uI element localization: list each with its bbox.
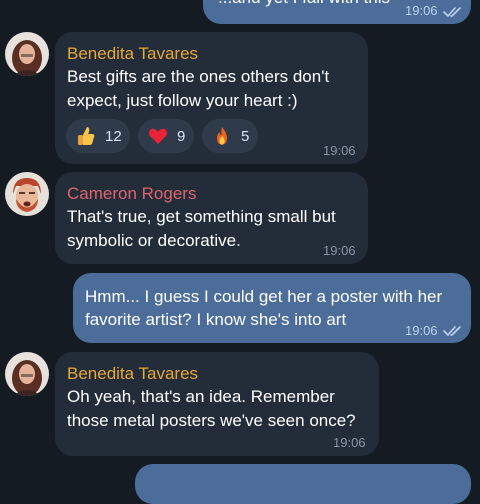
message-text: ...and yet I fall with this [218, 0, 390, 10]
outgoing-message-bubble[interactable] [135, 464, 471, 504]
reaction-count: 5 [241, 127, 250, 145]
sender-name: Cameron Rogers [67, 184, 197, 203]
thumbs-up-icon [78, 127, 95, 145]
reaction-count: 9 [177, 127, 186, 145]
benedita-avatar[interactable] [5, 32, 49, 76]
sender-name: Benedita Tavares [67, 44, 199, 63]
red-heart-icon [148, 128, 168, 144]
message-time: 19:06 [323, 243, 356, 258]
outgoing-message-bubble[interactable]: ...and yet I fall with this 19:06 [203, 0, 471, 24]
reaction-fire[interactable]: 5 [202, 119, 258, 153]
message-text-line-1: That's true, get something small but [67, 207, 336, 226]
incoming-message-bubble[interactable]: Benedita Tavares Oh yeah, that's an idea… [55, 352, 379, 456]
message-time: 19:06 [405, 3, 438, 18]
message-text-line-1: Best gifts are the ones others don't [67, 67, 330, 86]
message-text-line-1: Oh yeah, that's an idea. Remember [67, 387, 335, 406]
message-text-line-1: Hmm... I guess I could get her a poster … [85, 287, 443, 306]
reaction-count: 12 [105, 127, 122, 145]
fire-icon [217, 127, 227, 145]
incoming-message-bubble[interactable]: Benedita Tavares Best gifts are the ones… [55, 32, 368, 164]
outgoing-message-bubble[interactable]: Hmm... I guess I could get her a poster … [73, 273, 471, 343]
message-text-line-2: expect, just follow your heart :) [67, 91, 298, 110]
sender-name: Benedita Tavares [67, 364, 199, 383]
reaction-thumbs-up[interactable]: 12 [66, 119, 130, 153]
message-time: 19:06 [405, 323, 438, 338]
message-text-line-2: favorite artist? I know she's into art [85, 310, 347, 329]
message-text-line-2: symbolic or decorative. [67, 231, 241, 250]
double-check-read-icon [443, 7, 461, 17]
message-time: 19:06 [323, 143, 356, 158]
double-check-read-icon [443, 326, 461, 336]
reaction-heart[interactable]: 9 [138, 119, 194, 153]
incoming-message-bubble[interactable]: Cameron Rogers That's true, get somethin… [55, 172, 368, 264]
benedita-avatar[interactable] [5, 352, 49, 396]
message-text-line-2: those metal posters we've seen once? [67, 411, 356, 430]
message-time: 19:06 [333, 435, 366, 450]
cameron-avatar[interactable] [5, 172, 49, 216]
